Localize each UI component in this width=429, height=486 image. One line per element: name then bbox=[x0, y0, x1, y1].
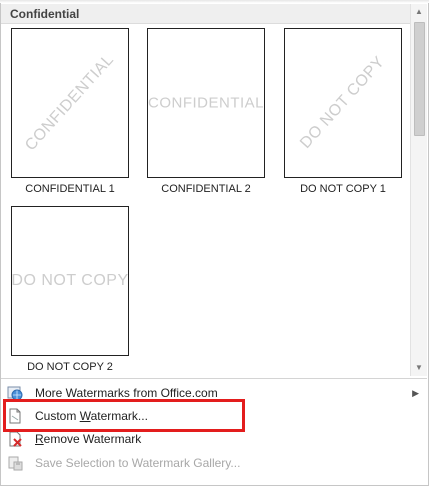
watermark-tile-label: DO NOT COPY 1 bbox=[300, 183, 386, 195]
section-title: Confidential bbox=[10, 7, 80, 21]
remove-watermark-icon bbox=[9, 431, 22, 447]
watermark-tile-label: DO NOT COPY 2 bbox=[27, 361, 113, 373]
save-gallery-icon bbox=[8, 456, 23, 471]
watermark-preview-text: DO NOT COPY bbox=[11, 272, 129, 289]
gallery-scrollbar[interactable]: ▲ ▼ bbox=[410, 4, 427, 376]
watermark-tile-label: CONFIDENTIAL 2 bbox=[161, 183, 251, 195]
save-selection-menu-item[interactable]: Save Selection to Watermark Gallery... bbox=[1, 452, 427, 474]
menu-item-label: Save Selection to Watermark Gallery... bbox=[35, 456, 241, 470]
watermark-tile-do-not-copy-1[interactable]: DO NOT COPY bbox=[284, 28, 402, 178]
scroll-up-arrow-icon[interactable]: ▲ bbox=[411, 4, 427, 20]
submenu-arrow-icon: ▶ bbox=[412, 388, 419, 398]
panel-top-edge bbox=[0, 0, 429, 3]
scroll-down-arrow-icon[interactable]: ▼ bbox=[411, 360, 427, 376]
watermark-tile-confidential-2[interactable]: CONFIDENTIAL bbox=[147, 28, 265, 178]
watermark-preview-text: DO NOT COPY bbox=[297, 53, 389, 152]
watermark-preview-text: CONFIDENTIAL bbox=[22, 51, 118, 155]
scroll-thumb[interactable] bbox=[414, 22, 425, 136]
watermark-preview-text: CONFIDENTIAL bbox=[147, 94, 265, 112]
gallery-section-header: Confidential bbox=[1, 4, 410, 24]
watermark-tile-do-not-copy-2[interactable]: DO NOT COPY bbox=[11, 206, 129, 356]
menu-divider bbox=[1, 378, 427, 379]
watermark-tile-confidential-1[interactable]: CONFIDENTIAL bbox=[11, 28, 129, 178]
highlight-annotation-box bbox=[3, 399, 245, 432]
watermark-tile-label: CONFIDENTIAL 1 bbox=[25, 183, 115, 195]
